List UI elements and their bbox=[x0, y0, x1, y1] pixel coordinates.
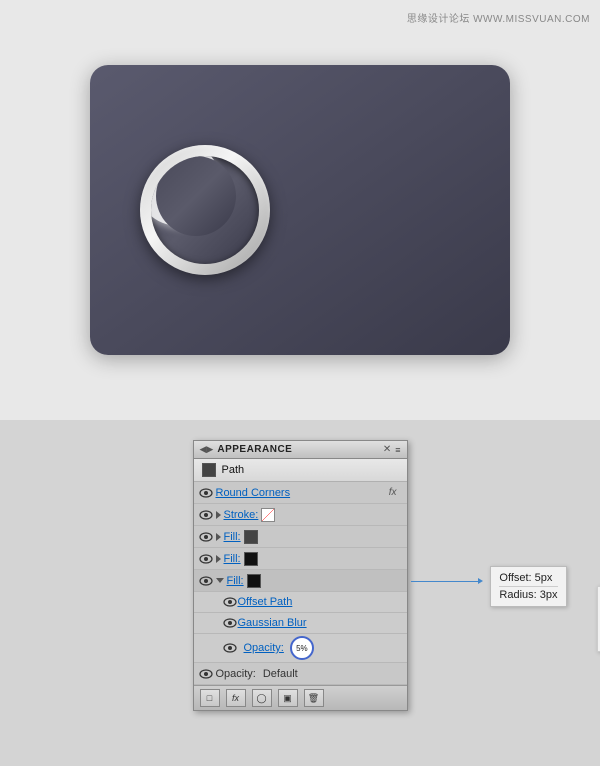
circle-inner bbox=[151, 156, 259, 264]
panel-close-icon[interactable]: ✕ bbox=[383, 444, 391, 455]
row-round-corners: Round Corners fx bbox=[194, 482, 407, 504]
sub-row-offset-path: Offset Path bbox=[194, 592, 407, 613]
crescent-mask bbox=[156, 156, 236, 236]
add-icon: □ bbox=[207, 693, 212, 703]
visibility-icon-8[interactable] bbox=[222, 640, 238, 656]
panel-controls: ✕ ≡ bbox=[383, 444, 401, 455]
path-swatch bbox=[202, 463, 216, 477]
collapse-icon-5[interactable] bbox=[216, 578, 224, 583]
offset-popup: Offset: 5px Radius: 3px bbox=[490, 566, 566, 607]
sub-row-opacity: Opacity: 5% bbox=[194, 634, 407, 663]
double-arrow-icon[interactable]: ◀▶ bbox=[200, 444, 214, 455]
panel-body: Round Corners fx Stroke: bbox=[194, 482, 407, 685]
visibility-icon-6[interactable] bbox=[222, 594, 238, 610]
path-header-left: Path bbox=[202, 463, 245, 477]
row-content-2: Stroke: bbox=[216, 508, 403, 522]
visibility-icon-5[interactable] bbox=[198, 573, 214, 589]
appearance-panel: ◀▶ APPEARANCE ✕ ≡ Path bbox=[193, 440, 408, 711]
copy-icon: ▣ bbox=[283, 693, 292, 704]
stroke-swatch bbox=[261, 508, 275, 522]
arrow-head bbox=[478, 578, 483, 584]
path-header: Path bbox=[194, 459, 407, 482]
opacity-sub-label[interactable]: Opacity: bbox=[244, 642, 284, 654]
radius-line: Radius: 3px bbox=[499, 587, 557, 603]
row-fill-3-expanded: Fill: Offset: 5px Radius: 3px R: 0 G: 0 … bbox=[194, 570, 407, 592]
stroke-label[interactable]: Stroke: bbox=[224, 509, 259, 521]
fill3-swatch bbox=[247, 574, 261, 588]
circle-icon bbox=[140, 145, 270, 275]
round-corners-label[interactable]: Round Corners bbox=[216, 487, 291, 499]
add-item-button[interactable]: □ bbox=[200, 689, 220, 707]
opacity-label: Opacity: bbox=[216, 668, 256, 680]
row-content-1: Round Corners fx bbox=[216, 487, 403, 499]
offset-line: Offset: 5px bbox=[499, 570, 557, 587]
opacity-default-value: Default bbox=[263, 668, 298, 680]
visibility-icon-9[interactable] bbox=[198, 666, 214, 682]
bottom-section: ◀▶ APPEARANCE ✕ ≡ Path bbox=[0, 420, 600, 766]
row-fill-1: Fill: bbox=[194, 526, 407, 548]
panel-titlebar: ◀▶ APPEARANCE ✕ ≡ bbox=[194, 441, 407, 459]
sub-rows: Offset Path Gaussian Blur bbox=[194, 592, 407, 663]
row-content-3: Fill: bbox=[216, 530, 403, 544]
panel-menu-icon[interactable]: ≡ bbox=[395, 445, 400, 455]
row-content-5: Fill: bbox=[216, 574, 403, 588]
opacity-value: 5% bbox=[296, 644, 308, 653]
fill1-swatch bbox=[244, 530, 258, 544]
panel-toolbar: □ fx ◯ ▣ 🗑 bbox=[194, 685, 407, 710]
circle-button[interactable]: ◯ bbox=[252, 689, 272, 707]
fill2-swatch bbox=[244, 552, 258, 566]
sub-row-gaussian-blur: Gaussian Blur bbox=[194, 613, 407, 634]
preview-area: 思缘设计论坛 WWW.MISSVUAN.COM bbox=[0, 0, 600, 420]
design-card bbox=[90, 65, 510, 355]
expand-icon-2[interactable] bbox=[216, 511, 221, 519]
visibility-icon-7[interactable] bbox=[222, 615, 238, 631]
visibility-icon-4[interactable] bbox=[198, 551, 214, 567]
path-label: Path bbox=[222, 464, 245, 476]
row-opacity-default: Opacity: Default bbox=[194, 663, 407, 685]
delete-button[interactable]: 🗑 bbox=[304, 689, 324, 707]
watermark: 思缘设计论坛 WWW.MISSVUAN.COM bbox=[407, 10, 590, 25]
fx-icon: fx bbox=[232, 693, 239, 703]
visibility-icon-1[interactable] bbox=[198, 485, 214, 501]
fill1-label[interactable]: Fill: bbox=[224, 531, 241, 543]
circle-icon: ◯ bbox=[256, 693, 266, 704]
row-stroke: Stroke: bbox=[194, 504, 407, 526]
row-content-4: Fill: bbox=[216, 552, 403, 566]
visibility-icon-2[interactable] bbox=[198, 507, 214, 523]
visibility-icon-3[interactable] bbox=[198, 529, 214, 545]
panel-title: APPEARANCE bbox=[217, 444, 292, 455]
row-fill-2: Fill: bbox=[194, 548, 407, 570]
offset-path-label[interactable]: Offset Path bbox=[238, 596, 293, 608]
fx-badge-1: fx bbox=[389, 487, 397, 498]
expand-icon-3[interactable] bbox=[216, 533, 221, 541]
panel-title-left: ◀▶ APPEARANCE bbox=[200, 444, 293, 455]
fx-button[interactable]: fx bbox=[226, 689, 246, 707]
fill3-label[interactable]: Fill: bbox=[227, 575, 244, 587]
trash-icon: 🗑 bbox=[308, 693, 319, 704]
opacity-circle[interactable]: 5% bbox=[290, 636, 314, 660]
gaussian-blur-label[interactable]: Gaussian Blur bbox=[238, 617, 307, 629]
arrow-connector bbox=[411, 581, 479, 582]
circle-outer-ring bbox=[140, 145, 270, 275]
copy-button[interactable]: ▣ bbox=[278, 689, 298, 707]
fill2-label[interactable]: Fill: bbox=[224, 553, 241, 565]
row-content-opacity: Opacity: Default bbox=[216, 668, 403, 680]
expand-icon-4[interactable] bbox=[216, 555, 221, 563]
